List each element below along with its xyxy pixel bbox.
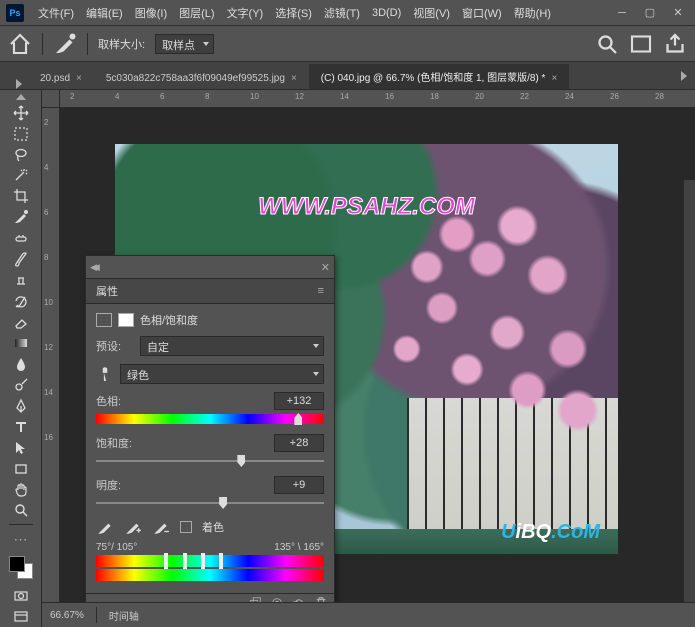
- menu-window[interactable]: 窗口(W): [456, 3, 508, 23]
- eyedropper-add-icon[interactable]: [124, 518, 142, 536]
- panel-menu-icon[interactable]: ≡: [318, 285, 324, 297]
- menu-image[interactable]: 图像(I): [129, 3, 173, 23]
- range-left: 75°/ 105°: [96, 542, 137, 553]
- marquee-tool-icon[interactable]: [8, 124, 34, 144]
- saturation-label: 饱和度:: [96, 435, 132, 451]
- saturation-value[interactable]: +28: [274, 434, 324, 452]
- timeline-label[interactable]: 时间轴: [109, 608, 139, 623]
- path-selection-tool-icon[interactable]: [8, 438, 34, 458]
- menu-select[interactable]: 选择(S): [269, 3, 318, 23]
- options-bar: 取样大小: 取样点: [0, 26, 695, 62]
- menu-3d[interactable]: 3D(D): [366, 5, 407, 21]
- mask-icon: [118, 313, 134, 327]
- tools-panel: ⋯: [0, 90, 42, 627]
- lightness-label: 明度:: [96, 477, 121, 493]
- panel-title: 属性: [96, 283, 118, 299]
- tools-collapse-icon[interactable]: [16, 94, 26, 100]
- menu-help[interactable]: 帮助(H): [508, 3, 557, 23]
- eyedropper-tool-icon[interactable]: [8, 207, 34, 227]
- panel-close-icon[interactable]: ✕: [321, 261, 330, 274]
- properties-panel: ◀◀ ✕ 属性 ≡ 色相/饱和度 预设: 自定 绿色 色相: +132: [85, 255, 335, 616]
- eyedropper-subtract-icon[interactable]: [152, 518, 170, 536]
- tabs-overflow-icon[interactable]: [681, 71, 689, 81]
- maximize-icon[interactable]: ▢: [643, 6, 657, 20]
- ruler-horizontal: 2 4 6 8 10 12 14 16 18 20 22 24 26 28: [42, 90, 695, 108]
- move-tool-icon[interactable]: [8, 103, 34, 123]
- healing-brush-tool-icon[interactable]: [8, 228, 34, 248]
- eraser-tool-icon[interactable]: [8, 312, 34, 332]
- share-icon[interactable]: [663, 32, 687, 56]
- magic-wand-tool-icon[interactable]: [8, 166, 34, 186]
- blur-tool-icon[interactable]: [8, 354, 34, 374]
- minimize-icon[interactable]: ─: [615, 6, 629, 20]
- close-icon[interactable]: ×: [76, 73, 82, 84]
- quick-mask-icon[interactable]: [8, 586, 34, 606]
- hand-tool-icon[interactable]: [8, 480, 34, 500]
- preset-label: 预设:: [96, 338, 134, 354]
- adjustment-icon: [96, 313, 112, 327]
- text-tool-icon[interactable]: [8, 417, 34, 437]
- adjustment-name: 色相/饱和度: [140, 312, 198, 328]
- gradient-tool-icon[interactable]: [8, 333, 34, 353]
- eyedropper-icon[interactable]: [96, 518, 114, 536]
- saturation-slider[interactable]: [96, 456, 324, 466]
- lasso-tool-icon[interactable]: [8, 145, 34, 165]
- lightness-slider[interactable]: [96, 498, 324, 508]
- rectangle-tool-icon[interactable]: [8, 459, 34, 479]
- sample-size-label: 取样大小:: [98, 36, 145, 52]
- history-brush-tool-icon[interactable]: [8, 291, 34, 311]
- workspace-icon[interactable]: [629, 32, 653, 56]
- tabs-expand-icon[interactable]: [16, 79, 24, 89]
- clone-stamp-tool-icon[interactable]: [8, 270, 34, 290]
- channel-select[interactable]: 绿色: [120, 364, 324, 384]
- sample-size-select[interactable]: 取样点: [155, 34, 214, 54]
- hue-label: 色相:: [96, 393, 121, 409]
- range-right: 135° \ 165°: [274, 542, 324, 553]
- colorize-label: 着色: [202, 519, 224, 535]
- tab-doc-1[interactable]: 20.psd×: [28, 68, 94, 89]
- title-bar: Ps 文件(F) 编辑(E) 图像(I) 图层(L) 文字(Y) 选择(S) 滤…: [0, 0, 695, 26]
- home-icon[interactable]: [8, 32, 32, 56]
- menu-edit[interactable]: 编辑(E): [80, 3, 129, 23]
- menu-file[interactable]: 文件(F): [32, 3, 80, 23]
- search-icon[interactable]: [595, 32, 619, 56]
- edit-toolbar-icon[interactable]: ⋯: [8, 529, 34, 549]
- tab-doc-2[interactable]: 5c030a822c758aa3f6f09049ef99525.jpg×: [94, 68, 309, 89]
- eyedropper-tool-icon[interactable]: [53, 32, 77, 56]
- colorize-checkbox[interactable]: [180, 521, 192, 533]
- status-bar: 66.67% 时间轴: [42, 602, 695, 627]
- menu-filter[interactable]: 滤镜(T): [318, 3, 366, 23]
- close-icon[interactable]: ×: [551, 73, 557, 84]
- panel-collapse-icon[interactable]: ◀◀: [90, 262, 96, 273]
- dodge-tool-icon[interactable]: [8, 375, 34, 395]
- hue-slider[interactable]: [96, 414, 324, 424]
- hue-value[interactable]: +132: [274, 392, 324, 410]
- close-icon[interactable]: ✕: [671, 6, 685, 20]
- brush-tool-icon[interactable]: [8, 249, 34, 269]
- target-adjust-icon[interactable]: [96, 365, 114, 383]
- color-range-strip-top[interactable]: [96, 555, 324, 567]
- panel-collapsed-strip[interactable]: [683, 180, 695, 602]
- preset-select[interactable]: 自定: [140, 336, 324, 356]
- tab-doc-3[interactable]: (C) 040.jpg @ 66.7% (色相/饱和度 1, 图层蒙版/8) *…: [309, 64, 570, 89]
- color-swatch[interactable]: [9, 556, 33, 579]
- color-range-strip-bottom: [96, 569, 324, 581]
- ruler-vertical: 2 4 6 8 10 12 14 16: [42, 108, 60, 627]
- menu-layer[interactable]: 图层(L): [173, 3, 220, 23]
- watermark-text: WWW.PSAHZ.COM: [258, 193, 475, 221]
- app-logo: Ps: [6, 4, 24, 22]
- screen-mode-icon[interactable]: [8, 607, 34, 627]
- menu-view[interactable]: 视图(V): [407, 3, 456, 23]
- crop-tool-icon[interactable]: [8, 186, 34, 206]
- lightness-value[interactable]: +9: [274, 476, 324, 494]
- close-icon[interactable]: ×: [291, 73, 297, 84]
- watermark-text-2: UiBQ.CoM: [501, 521, 600, 544]
- pen-tool-icon[interactable]: [8, 396, 34, 416]
- zoom-value[interactable]: 66.67%: [50, 610, 84, 621]
- document-tabs: 20.psd× 5c030a822c758aa3f6f09049ef99525.…: [0, 62, 695, 90]
- menu-type[interactable]: 文字(Y): [221, 3, 270, 23]
- zoom-tool-icon[interactable]: [8, 501, 34, 521]
